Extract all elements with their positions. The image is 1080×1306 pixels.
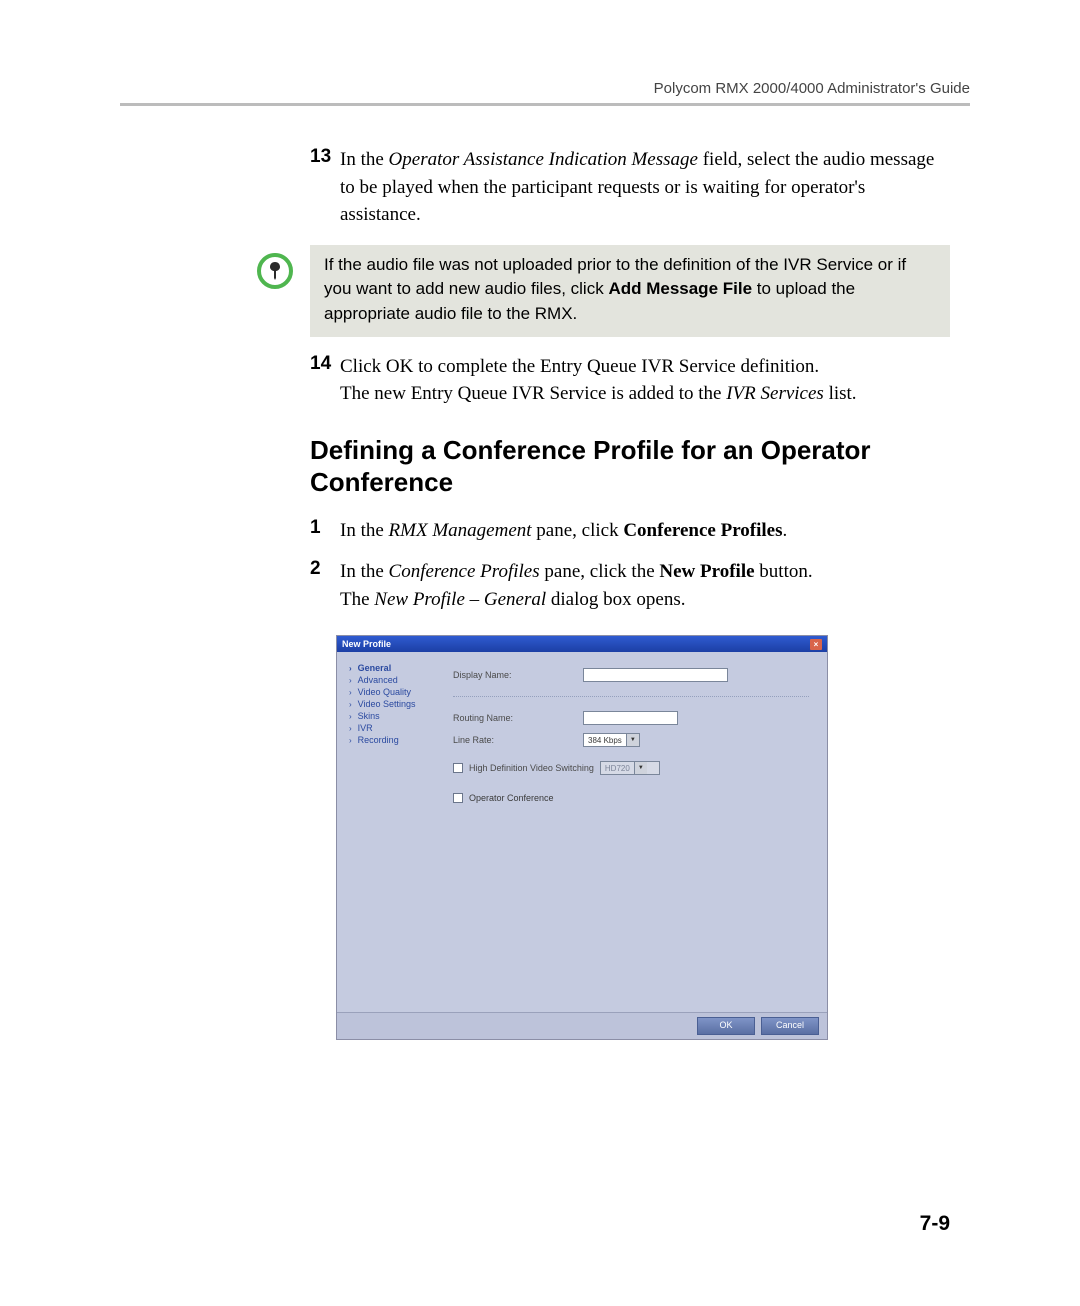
note-bold: Add Message File <box>608 279 752 298</box>
hd-switching-row: High Definition Video Switching HD720 ▼ <box>453 761 809 775</box>
operator-conference-row: Operator Conference <box>453 793 809 803</box>
sidebar-item-label: Advanced <box>358 675 398 685</box>
dialog-body: › General › Advanced › Video Quality › V… <box>337 652 827 1012</box>
sidebar-item-label: General <box>358 663 392 673</box>
dialog-titlebar[interactable]: New Profile × <box>337 636 827 652</box>
sidebar-item-general[interactable]: › General <box>349 662 447 674</box>
routing-name-row: Routing Name: <box>453 709 809 727</box>
note-box: If the audio file was not uploaded prior… <box>310 245 950 337</box>
ok-button[interactable]: OK <box>697 1017 755 1035</box>
line-rate-select[interactable]: 384 Kbps ▼ <box>583 733 640 747</box>
step-body: Click OK to complete the Entry Queue IVR… <box>340 353 950 408</box>
sidebar-item-label: Video Settings <box>358 699 416 709</box>
page-number: 7-9 <box>920 1212 950 1236</box>
text: . <box>783 520 788 541</box>
dialog-footer: OK Cancel <box>337 1012 827 1039</box>
chevron-right-icon: › <box>349 676 352 685</box>
display-name-input[interactable] <box>583 668 728 682</box>
line-rate-value: 384 Kbps <box>584 736 626 745</box>
service-list-name: IVR Services <box>726 383 824 404</box>
click-target: Conference Profiles <box>623 520 782 541</box>
chevron-right-icon: › <box>349 688 352 697</box>
text: dialog box opens. <box>546 589 685 610</box>
close-icon[interactable]: × <box>810 639 822 650</box>
dialog-main-panel: Display Name: Routing Name: Line Rate: 3… <box>447 652 827 1012</box>
text: pane, click the <box>540 561 660 582</box>
sidebar-item-recording[interactable]: › Recording <box>349 734 447 746</box>
sidebar-item-skins[interactable]: › Skins <box>349 710 447 722</box>
step-body: In the Operator Assistance Indication Me… <box>340 146 950 229</box>
dialog-sidebar: › General › Advanced › Video Quality › V… <box>337 652 447 1012</box>
operator-conference-checkbox[interactable] <box>453 793 463 803</box>
pin-icon <box>257 253 293 289</box>
note-icon-wrap <box>240 245 310 289</box>
chevron-right-icon: › <box>349 724 352 733</box>
cancel-button[interactable]: Cancel <box>761 1017 819 1035</box>
line-rate-row: Line Rate: 384 Kbps ▼ <box>453 731 809 749</box>
step-14: 14 Click OK to complete the Entry Queue … <box>310 353 950 408</box>
doc-header-title: Polycom RMX 2000/4000 Administrator's Gu… <box>120 80 970 97</box>
pane-name: Conference Profiles <box>389 561 540 582</box>
step-number: 1 <box>310 517 340 539</box>
sidebar-item-label: Video Quality <box>358 687 411 697</box>
display-name-label: Display Name: <box>453 670 583 680</box>
step-number: 14 <box>310 353 340 375</box>
text: The <box>340 589 374 610</box>
step-body: In the RMX Management pane, click Confer… <box>340 517 950 545</box>
chevron-right-icon: › <box>349 736 352 745</box>
hd-resolution-value: HD720 <box>601 764 634 773</box>
section-heading: Defining a Conference Profile for an Ope… <box>310 434 950 499</box>
routing-name-label: Routing Name: <box>453 713 583 723</box>
text: In the <box>340 149 389 170</box>
text: Click OK to complete the Entry Queue IVR… <box>340 356 819 377</box>
new-profile-dialog: New Profile × › General › Advanced › Vid… <box>336 635 828 1040</box>
separator <box>453 696 809 697</box>
section-step-2: 2 In the Conference Profiles pane, click… <box>310 558 950 613</box>
hd-switching-label: High Definition Video Switching <box>469 763 594 773</box>
header-rule <box>120 103 970 106</box>
text: In the <box>340 520 389 541</box>
sidebar-item-label: Skins <box>358 711 380 721</box>
operator-conference-label: Operator Conference <box>469 793 554 803</box>
step-number: 2 <box>310 558 340 580</box>
section-step-1: 1 In the RMX Management pane, click Conf… <box>310 517 950 545</box>
note-row: If the audio file was not uploaded prior… <box>240 245 950 337</box>
line-rate-label: Line Rate: <box>453 735 583 745</box>
text: button. <box>755 561 813 582</box>
text: list. <box>824 383 857 404</box>
chevron-right-icon: › <box>349 664 352 673</box>
sidebar-item-video-settings[interactable]: › Video Settings <box>349 698 447 710</box>
chevron-right-icon: › <box>349 712 352 721</box>
text: pane, click <box>532 520 624 541</box>
chevron-down-icon[interactable]: ▼ <box>626 734 639 746</box>
dialog-name: New Profile – General <box>374 589 546 610</box>
step-13: 13 In the Operator Assistance Indication… <box>310 146 950 229</box>
sidebar-item-video-quality[interactable]: › Video Quality <box>349 686 447 698</box>
pane-name: RMX Management <box>389 520 532 541</box>
step-number: 13 <box>310 146 340 168</box>
sidebar-item-label: Recording <box>358 735 399 745</box>
sidebar-item-label: IVR <box>358 723 373 733</box>
hd-resolution-select[interactable]: HD720 ▼ <box>600 761 660 775</box>
step-body: In the Conference Profiles pane, click t… <box>340 558 950 613</box>
sidebar-item-ivr[interactable]: › IVR <box>349 722 447 734</box>
display-name-row: Display Name: <box>453 666 809 684</box>
field-name: Operator Assistance Indication Message <box>389 149 698 170</box>
hd-switching-checkbox[interactable] <box>453 763 463 773</box>
text: In the <box>340 561 389 582</box>
button-name: New Profile <box>659 561 754 582</box>
chevron-down-icon[interactable]: ▼ <box>634 762 647 774</box>
sidebar-item-advanced[interactable]: › Advanced <box>349 674 447 686</box>
chevron-right-icon: › <box>349 700 352 709</box>
dialog-title: New Profile <box>342 639 391 649</box>
routing-name-input[interactable] <box>583 711 678 725</box>
text: The new Entry Queue IVR Service is added… <box>340 383 726 404</box>
